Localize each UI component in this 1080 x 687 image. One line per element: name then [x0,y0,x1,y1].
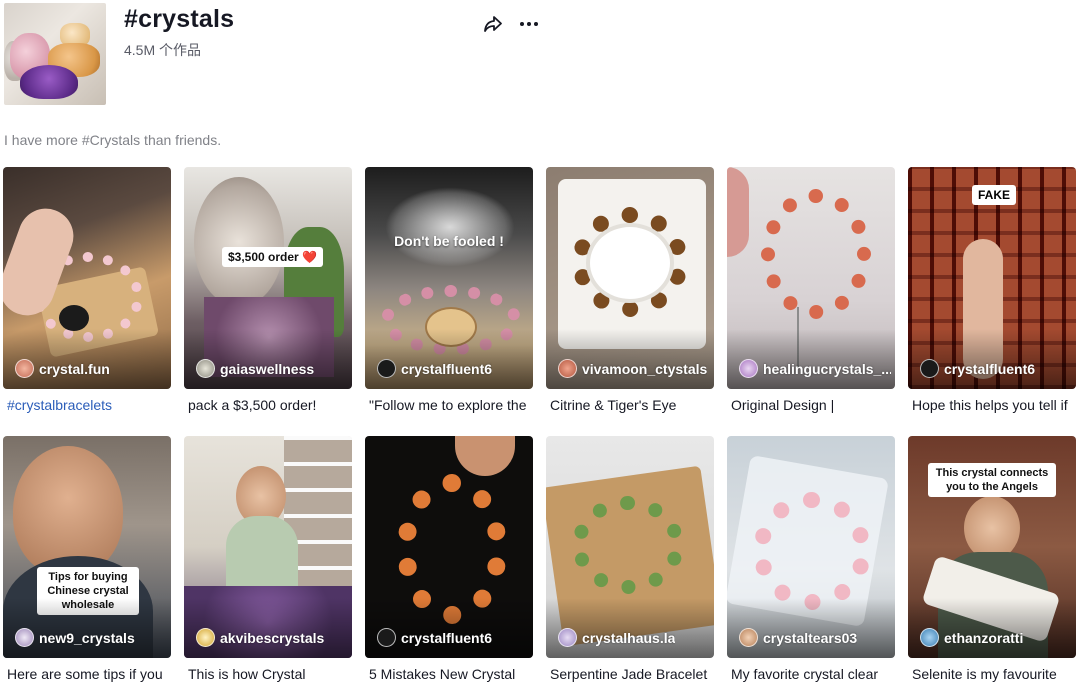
author-name[interactable]: healingucrystals_... [763,361,891,377]
author-name[interactable]: new9_crystals [39,630,135,646]
video-caption[interactable]: Here are some tips if you [3,664,171,684]
video-overlay-text: Don't be fooled ! [394,233,504,249]
video-caption[interactable]: 5 Mistakes New Crystal [365,664,533,684]
video-overlay-text: $3,500 order ❤️ [222,247,323,267]
avatar[interactable] [739,359,758,378]
video-thumbnail[interactable]: Tips for buying Chinese crystal wholesal… [3,436,171,658]
video-thumbnail[interactable]: FAKE crystalfluent6 [908,167,1076,389]
author-name[interactable]: crystal.fun [39,361,110,377]
avatar[interactable] [196,359,215,378]
video-caption[interactable]: This is how Crystal [184,664,352,684]
author-name[interactable]: crystalfluent6 [401,361,492,377]
hashtag-cover-image [4,3,106,105]
author-name[interactable]: ethanzoratti [944,630,1023,646]
author-name[interactable]: akvibescrystals [220,630,324,646]
author-name[interactable]: crystalhaus.la [582,630,675,646]
video-caption[interactable]: "Follow me to explore the [365,395,533,415]
author-name[interactable]: crystalfluent6 [401,630,492,646]
video-overlay-text: FAKE [972,185,1017,205]
video-card[interactable]: This crystal connects you to the Angels … [908,436,1076,684]
hashtag-description: I have more #Crystals than friends. [4,132,222,148]
video-caption[interactable]: #crystalbracelets [3,395,171,415]
avatar[interactable] [558,359,577,378]
more-horizontal-icon[interactable] [518,13,540,35]
share-arrow-icon[interactable] [482,13,504,35]
avatar[interactable] [377,359,396,378]
video-card[interactable]: Don't be fooled ! crystalfluent6 "Follow… [365,167,533,415]
video-caption[interactable]: pack a $3,500 order! [184,395,352,415]
video-count: 4.5M 个作品 [124,42,202,58]
video-thumbnail[interactable]: crystaltears03 [727,436,895,658]
avatar[interactable] [739,628,758,647]
video-card[interactable]: $3,500 order ❤️ gaiaswellness pack a $3,… [184,167,352,415]
author-name[interactable]: crystaltears03 [763,630,857,646]
author-name[interactable]: vivamoon_ctystals [582,361,707,377]
video-card[interactable]: healingucrystals_... Original Design | [727,167,895,415]
author-name[interactable]: gaiaswellness [220,361,314,377]
avatar[interactable] [920,628,939,647]
avatar[interactable] [196,628,215,647]
avatar[interactable] [377,628,396,647]
video-caption[interactable]: Hope this helps you tell if [908,395,1076,415]
avatar[interactable] [920,359,939,378]
video-card[interactable]: crystalhaus.la Serpentine Jade Bracelet [546,436,714,684]
hashtag-header: #crystals 4.5M 个作品 [4,3,604,105]
video-thumbnail[interactable]: healingucrystals_... [727,167,895,389]
video-caption[interactable]: My favorite crystal clear [727,664,895,684]
video-overlay-text: This crystal connects you to the Angels [928,463,1056,497]
video-caption[interactable]: Serpentine Jade Bracelet [546,664,714,684]
video-caption[interactable]: Selenite is my favourite [908,664,1076,684]
video-thumbnail[interactable]: crystalfluent6 [365,436,533,658]
video-card[interactable]: crystalfluent6 5 Mistakes New Crystal [365,436,533,684]
video-caption[interactable]: Citrine & Tiger's Eye [546,395,714,415]
author-name[interactable]: crystalfluent6 [944,361,1035,377]
video-card[interactable]: akvibescrystals This is how Crystal [184,436,352,684]
avatar[interactable] [15,628,34,647]
video-thumbnail[interactable]: $3,500 order ❤️ gaiaswellness [184,167,352,389]
video-card[interactable]: vivamoon_ctystals Citrine & Tiger's Eye [546,167,714,415]
avatar[interactable] [558,628,577,647]
video-thumbnail[interactable]: crystalhaus.la [546,436,714,658]
video-card[interactable]: FAKE crystalfluent6 Hope this helps you … [908,167,1076,415]
video-thumbnail[interactable]: This crystal connects you to the Angels … [908,436,1076,658]
video-thumbnail[interactable]: Don't be fooled ! crystalfluent6 [365,167,533,389]
hashtag-title: #crystals [124,5,235,33]
video-card[interactable]: crystaltears03 My favorite crystal clear [727,436,895,684]
video-card[interactable]: crystal.fun #crystalbracelets [3,167,171,415]
video-card[interactable]: Tips for buying Chinese crystal wholesal… [3,436,171,684]
video-thumbnail[interactable]: vivamoon_ctystals [546,167,714,389]
avatar[interactable] [15,359,34,378]
video-thumbnail[interactable]: crystal.fun [3,167,171,389]
video-caption[interactable]: Original Design | [727,395,895,415]
video-thumbnail[interactable]: akvibescrystals [184,436,352,658]
